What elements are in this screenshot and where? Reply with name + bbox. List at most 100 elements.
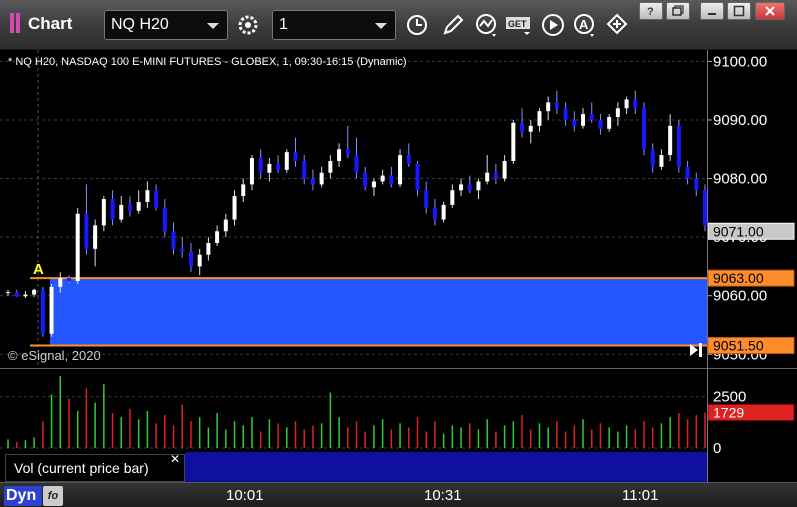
gear-icon[interactable] bbox=[233, 10, 263, 40]
candle-body bbox=[145, 190, 150, 202]
alert-icon[interactable]: A bbox=[570, 10, 600, 40]
play-replay-icon[interactable] bbox=[538, 10, 568, 40]
maximize-button[interactable] bbox=[727, 2, 751, 20]
candle-body bbox=[101, 199, 106, 226]
price-axis-divider bbox=[707, 50, 708, 482]
help-button[interactable]: ? bbox=[639, 2, 663, 20]
candle-body bbox=[668, 125, 673, 156]
candle-body bbox=[127, 204, 132, 211]
candle-body bbox=[310, 178, 315, 185]
candle-body bbox=[23, 294, 28, 297]
candle-body bbox=[615, 108, 620, 118]
chevron-down-icon[interactable] bbox=[375, 23, 387, 29]
candle-body bbox=[659, 155, 664, 167]
candle-body bbox=[511, 122, 516, 161]
candle-body bbox=[258, 158, 263, 173]
candle-body bbox=[241, 184, 246, 197]
candle-body bbox=[642, 108, 647, 150]
candle-body bbox=[337, 149, 342, 161]
candle-body bbox=[520, 122, 525, 132]
candle-body bbox=[223, 219, 228, 232]
candle-body bbox=[546, 102, 551, 112]
candle-body bbox=[650, 149, 655, 167]
svg-text:?: ? bbox=[647, 6, 654, 17]
time-axis[interactable]: Dyn fo 10:01 10:31 11:01 bbox=[0, 482, 797, 507]
candle-body bbox=[380, 175, 385, 182]
candle-body bbox=[502, 160, 507, 179]
candle-body bbox=[450, 190, 455, 205]
candle-body bbox=[162, 207, 167, 232]
candle-body bbox=[328, 160, 333, 173]
interval-value: 1 bbox=[279, 16, 288, 33]
candle-body bbox=[424, 190, 429, 208]
minimize-icon bbox=[708, 13, 716, 15]
candle-body bbox=[563, 108, 568, 120]
candle-body bbox=[354, 155, 359, 173]
candle-body bbox=[188, 251, 193, 267]
candle-body bbox=[345, 149, 350, 156]
minimize-button[interactable] bbox=[700, 2, 724, 20]
symbol-combobox[interactable]: NQ H20 bbox=[104, 10, 228, 40]
maximize-icon bbox=[733, 5, 745, 17]
svg-text:A: A bbox=[579, 17, 589, 32]
support-zone bbox=[50, 278, 707, 346]
volume-legend-bar bbox=[185, 452, 707, 482]
close-icon bbox=[765, 6, 775, 16]
candle-body bbox=[215, 231, 220, 243]
candle-body bbox=[581, 114, 586, 126]
time-tick: 10:31 bbox=[424, 487, 462, 504]
candle-body bbox=[363, 172, 368, 188]
symbol-description: * NQ H20, NASDAQ 100 E-MINI FUTURES - GL… bbox=[8, 56, 407, 68]
jump-bar bbox=[699, 343, 702, 357]
candle-body bbox=[467, 184, 472, 191]
chevron-down-icon[interactable] bbox=[207, 23, 219, 29]
price-tick-label: 9100.00 bbox=[713, 53, 767, 70]
clock-icon[interactable] bbox=[402, 10, 432, 40]
price-label: 9051.50 bbox=[713, 337, 764, 353]
link-share-icon[interactable] bbox=[603, 10, 633, 40]
window-title: Chart bbox=[28, 14, 73, 33]
candle-body bbox=[319, 172, 324, 185]
candle-body bbox=[206, 242, 211, 255]
candle-body bbox=[49, 286, 54, 334]
restore-window-button[interactable] bbox=[666, 2, 690, 20]
pencil-draw-icon[interactable] bbox=[438, 10, 468, 40]
close-icon[interactable]: ✕ bbox=[170, 452, 180, 466]
candle-body bbox=[406, 155, 411, 164]
volume-legend-label: Vol (current price bar) bbox=[14, 460, 149, 476]
annotation-label: A bbox=[33, 261, 44, 278]
price-label: 9063.00 bbox=[713, 270, 764, 286]
title-bar: Chart NQ H20 1 GET A ? bbox=[0, 0, 797, 50]
get-data-icon[interactable]: GET bbox=[505, 10, 535, 40]
time-tick: 10:01 bbox=[226, 487, 264, 504]
chart-app-icon bbox=[10, 13, 26, 33]
candle-body bbox=[528, 125, 533, 132]
candle-body bbox=[302, 160, 307, 179]
price-chart[interactable]: 9100.009090.009080.009070.009060.009050.… bbox=[0, 50, 797, 368]
candle-body bbox=[371, 181, 376, 188]
candle-body bbox=[398, 155, 403, 185]
candle-body bbox=[633, 99, 638, 109]
price-tick-label: 9080.00 bbox=[713, 171, 767, 188]
close-window-button[interactable] bbox=[755, 2, 785, 20]
candle-body bbox=[589, 114, 594, 120]
candle-body bbox=[40, 289, 45, 334]
candle-body bbox=[415, 163, 420, 191]
candle-body bbox=[32, 289, 37, 295]
candle-body bbox=[93, 225, 98, 249]
candle-body bbox=[459, 184, 464, 191]
candle-body bbox=[58, 278, 63, 287]
candle-body bbox=[66, 278, 71, 282]
candle-body bbox=[572, 119, 577, 126]
volume-legend[interactable]: Vol (current price bar) bbox=[5, 454, 185, 482]
candle-body bbox=[232, 196, 237, 220]
fx-formula-icon[interactable]: fo bbox=[43, 486, 63, 506]
chart-area[interactable]: 9100.009090.009080.009070.009060.009050.… bbox=[0, 50, 797, 482]
dynamic-mode-button[interactable]: Dyn bbox=[4, 486, 42, 506]
candle-body bbox=[624, 99, 629, 109]
candle-body bbox=[537, 111, 542, 126]
interval-combobox[interactable]: 1 bbox=[272, 10, 396, 40]
candle-body bbox=[389, 175, 394, 185]
study-indicator-icon[interactable] bbox=[472, 10, 502, 40]
candle-body bbox=[6, 292, 10, 294]
